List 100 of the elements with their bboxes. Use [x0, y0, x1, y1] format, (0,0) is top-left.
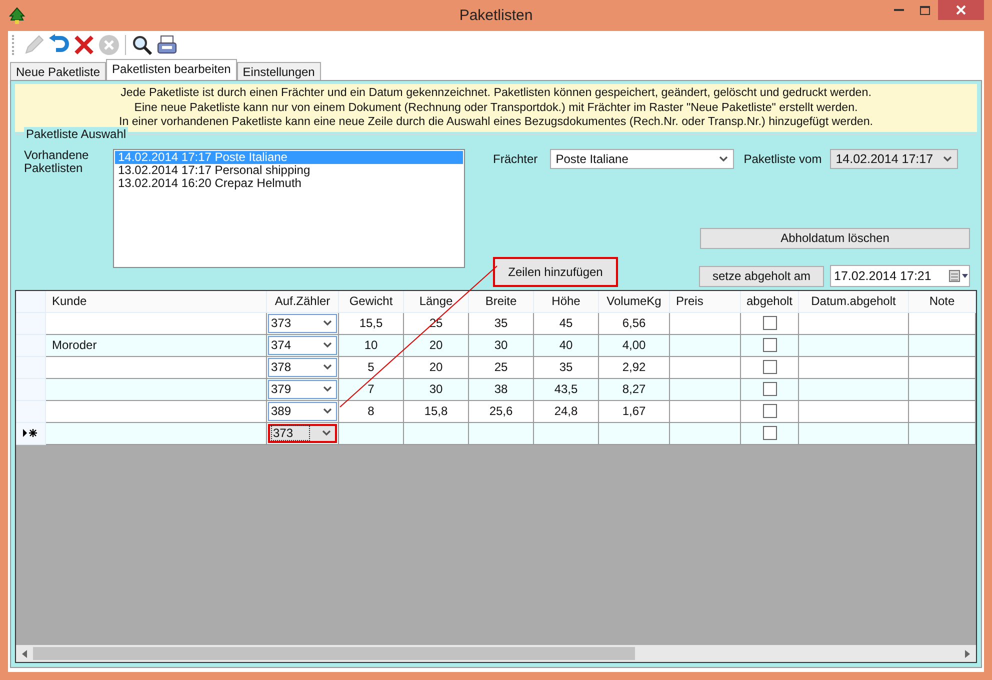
chevron-icon	[323, 364, 332, 370]
minimize-icon	[894, 9, 904, 11]
corner-cell	[16, 290, 46, 312]
calendar-icon[interactable]	[949, 270, 969, 282]
delete-icon[interactable]	[73, 34, 95, 56]
table-cell	[909, 334, 976, 356]
info-text: In einer vorhandenen Paketliste kann eine neue Zeile durch die Auswahl eines Bezugsdokumentes (Rech.Nr. oder Transp.Nr.) hinzugefügt werden.	[118, 115, 874, 129]
app-icon	[9, 6, 25, 24]
table-cell	[909, 378, 976, 400]
column-header[interactable]: Note	[909, 290, 976, 312]
date-dropdown[interactable]: 14.02.2014 17:17	[830, 148, 958, 168]
checkbox[interactable]	[762, 338, 776, 352]
list-item[interactable]: 13.02.2014 16:20 Crepaz Helmuth	[115, 176, 463, 190]
checkbox[interactable]	[762, 382, 776, 396]
table-cell: 10	[339, 334, 404, 356]
chevron-icon	[322, 430, 331, 436]
table-cell	[909, 400, 976, 422]
table-cell: 8	[339, 400, 404, 422]
column-header[interactable]: Höhe	[534, 290, 599, 312]
checkbox[interactable]	[762, 316, 776, 330]
tab[interactable]: Paketlisten bearbeiten	[106, 59, 237, 80]
column-header[interactable]: Preis	[670, 290, 741, 312]
counter-dropdown[interactable]: 373	[268, 314, 337, 332]
table-cell	[599, 422, 670, 444]
table-cell: 45	[534, 312, 599, 334]
table-cell	[404, 422, 469, 444]
checkbox[interactable]	[762, 426, 776, 440]
table-cell: 2,92	[599, 356, 670, 378]
table-cell: 25	[469, 356, 534, 378]
table-cell: 40	[534, 334, 599, 356]
list-box[interactable]: 14.02.2014 17:17 Poste Italiane 13.02.2014 17:17 Personal shipping 13.02.2014 16:20 Crepaz Helmuth	[113, 148, 465, 268]
table-cell: 38	[469, 378, 534, 400]
table-cell	[469, 422, 534, 444]
window-title: Paketlisten	[459, 7, 533, 24]
table-cell: 20	[404, 356, 469, 378]
scroll-left-icon[interactable]	[22, 650, 27, 658]
table-cell	[909, 312, 976, 334]
close-icon	[956, 5, 966, 15]
checkbox[interactable]	[762, 404, 776, 418]
info-text: Eine neue Paketliste kann nur von einem Dokument (Rechnung oder Transportdok.) mit Frächter im Raster "Neue Paketliste" erstellt werden.	[133, 100, 859, 115]
table-cell: 7	[339, 378, 404, 400]
info-text: Jede Paketliste ist durch einen Frächter und ein Datum gekennzeichnet. Paketlisten können gespeichert, geändert, gelöscht und gedruckt werden.	[120, 86, 872, 100]
table-cell: 8,27	[599, 378, 670, 400]
maximize-icon	[920, 6, 930, 14]
table-cell: 6,56	[599, 312, 670, 334]
counter-dropdown[interactable]: 378	[268, 358, 337, 376]
table-cell: 30	[469, 334, 534, 356]
clear-date-button[interactable]: Abholdatum löschen	[700, 228, 970, 248]
table-cell: 43,5	[534, 378, 599, 400]
table-cell: 35	[469, 312, 534, 334]
table-cell: 4,00	[599, 334, 670, 356]
carrier-label: Frächter	[493, 152, 538, 166]
column-header[interactable]: Kunde	[46, 290, 267, 312]
counter-dropdown[interactable]: 389	[268, 402, 337, 420]
group-title: Paketliste Auswahl	[24, 126, 128, 140]
close-button[interactable]	[938, 0, 984, 20]
table-cell: 15,8	[404, 400, 469, 422]
table-cell: 25,6	[469, 400, 534, 422]
table-cell: Moroder	[46, 334, 267, 356]
column-header[interactable]: abgeholt	[741, 290, 799, 312]
row-header[interactable]	[16, 422, 46, 444]
table-cell: 30	[404, 378, 469, 400]
list-item[interactable]: 13.02.2014 17:17 Personal shipping	[115, 164, 463, 176]
search-icon[interactable]	[131, 34, 153, 56]
scrollbar-thumb[interactable]	[33, 647, 635, 660]
horizontal-scrollbar[interactable]	[16, 645, 976, 662]
scroll-right-icon[interactable]	[965, 650, 970, 658]
chevron-icon	[323, 342, 332, 348]
tab[interactable]: Neue Paketliste	[10, 62, 106, 80]
date-picker[interactable]: 17.02.2014 17:21	[830, 264, 970, 286]
table-cell: 15,5	[339, 312, 404, 334]
column-header[interactable]: Auf.Zähler	[267, 290, 339, 312]
table-cell	[534, 422, 599, 444]
column-header[interactable]: Gewicht	[339, 290, 404, 312]
carrier-dropdown[interactable]: Poste Italiane	[550, 148, 734, 168]
checkbox[interactable]	[762, 360, 776, 374]
list-label: Vorhandene Paketlisten	[24, 148, 90, 176]
chevron-icon	[323, 408, 332, 414]
counter-dropdown[interactable]: 373	[268, 424, 337, 442]
column-header[interactable]: VolumeKg	[599, 290, 670, 312]
date-label: Paketliste vom	[744, 152, 822, 166]
counter-dropdown[interactable]: 374	[268, 336, 337, 354]
table-cell: 1,67	[599, 400, 670, 422]
table-cell	[909, 356, 976, 378]
printer-icon[interactable]	[156, 34, 178, 56]
chevron-icon	[718, 156, 728, 162]
chevron-icon	[323, 386, 332, 392]
counter-dropdown[interactable]: 379	[268, 380, 337, 398]
table-cell: 5	[339, 356, 404, 378]
table-cell: 20	[404, 334, 469, 356]
table-cell: 35	[534, 356, 599, 378]
tab[interactable]: Einstellungen	[236, 62, 321, 80]
column-header[interactable]: Breite	[469, 290, 534, 312]
chevron-icon	[942, 156, 952, 162]
table-cell	[909, 422, 976, 444]
chevron-icon	[323, 320, 332, 326]
set-picked-button[interactable]: setze abgeholt am	[699, 266, 824, 286]
column-header[interactable]: Länge	[404, 290, 469, 312]
add-rows-button[interactable]: Zeilen hinzufügen	[493, 256, 618, 286]
column-header[interactable]: Datum.abgeholt	[799, 290, 909, 312]
